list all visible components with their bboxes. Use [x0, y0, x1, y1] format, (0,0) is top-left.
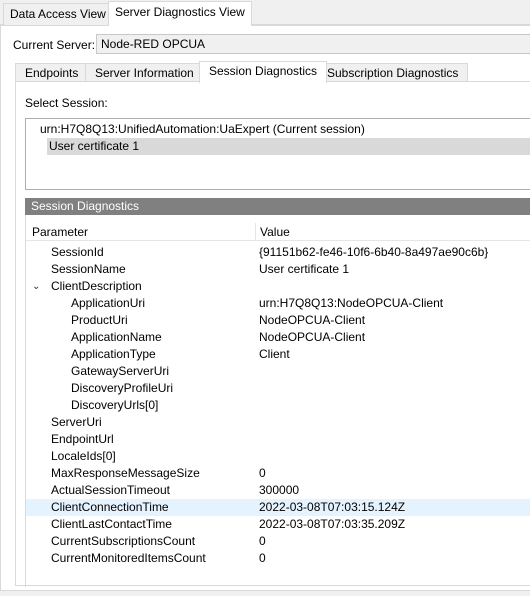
tab-endpoints[interactable]: Endpoints [15, 63, 89, 82]
tree-row[interactable]: CurrentMonitoredItemsCount 0 [26, 550, 530, 567]
parameter-value: User certificate 1 [259, 262, 350, 276]
tree-row[interactable]: ProductUri NodeOPCUA-Client [26, 312, 530, 329]
tab-subscription-diagnostics[interactable]: Subscription Diagnostics [317, 63, 469, 82]
parameter-name: SessionId [51, 245, 104, 259]
parameter-name: LocaleIds[0] [51, 449, 116, 463]
tree-row[interactable]: DiscoveryProfileUri [26, 380, 530, 397]
parameter-name: EndpointUrl [51, 432, 114, 446]
current-server-field[interactable]: Node-RED OPCUA [96, 34, 530, 54]
session-item-selected[interactable]: User certificate 1 [47, 138, 530, 155]
current-server-label: Current Server: [13, 38, 96, 52]
tree-row-highlighted[interactable]: ClientConnectionTime 2022-03-08T07:03:15… [26, 499, 530, 516]
parameter-value: 0 [259, 534, 266, 548]
parameter-name: ClientLastContactTime [51, 517, 172, 531]
parameter-name: ServerUri [51, 415, 102, 429]
column-header-parameter[interactable]: Parameter [32, 223, 256, 241]
tree-row[interactable]: ApplicationUri urn:H7Q8Q13:NodeOPCUA-Cli… [26, 295, 530, 312]
parameter-name: CurrentMonitoredItemsCount [51, 551, 206, 565]
server-diagnostics-panel: Current Server: Node-RED OPCUA Endpoints… [0, 25, 530, 591]
session-item-label: User certificate 1 [49, 139, 140, 153]
status-bar [0, 591, 530, 596]
tree-row-expandable[interactable]: ⌄ ClientDescription [26, 278, 530, 295]
diagnostics-tree: Parameter Value SessionId {91151b62-fe46… [25, 215, 530, 587]
tree-row[interactable]: EndpointUrl [26, 431, 530, 448]
parameter-name: ProductUri [71, 313, 128, 327]
parameter-name: ClientConnectionTime [51, 500, 169, 514]
parameter-name: DiscoveryUrls[0] [71, 398, 159, 412]
tab-server-diagnostics-view[interactable]: Server Diagnostics View [108, 1, 252, 26]
parameter-name: DiscoveryProfileUri [71, 381, 174, 395]
view-tab-bar: Data Access View Server Diagnostics View [0, 0, 530, 26]
tree-row[interactable]: ClientLastContactTime 2022-03-08T07:03:3… [26, 516, 530, 533]
session-diagnostics-panel: Select Session: urn:H7Q8Q13:UnifiedAutom… [15, 81, 530, 587]
tree-row[interactable]: DiscoveryUrls[0] [26, 397, 530, 414]
tree-row[interactable]: ActualSessionTimeout 300000 [26, 482, 530, 499]
tree-row[interactable]: ServerUri [26, 414, 530, 431]
column-header-value[interactable]: Value [260, 223, 290, 241]
parameter-value: 0 [259, 466, 266, 480]
tree-column-header: Parameter Value [26, 223, 530, 241]
tree-row[interactable]: SessionId {91151b62-fe46-10f6-6b40-8a497… [26, 244, 530, 261]
parameter-value: 2022-03-08T07:03:15.124Z [259, 500, 406, 514]
diagnostics-tab-bar: Endpoints Server Information Session Dia… [15, 61, 530, 83]
session-diagnostics-header: Session Diagnostics [25, 198, 530, 215]
tree-row[interactable]: LocaleIds[0] [26, 448, 530, 465]
parameter-name: ApplicationType [71, 347, 156, 361]
parameter-name: GatewayServerUri [71, 364, 170, 378]
tab-server-information[interactable]: Server Information [85, 63, 204, 82]
select-session-label: Select Session: [25, 96, 108, 110]
parameter-name: SessionName [51, 262, 126, 276]
tab-session-diagnostics[interactable]: Session Diagnostics [199, 61, 328, 83]
parameter-name: ActualSessionTimeout [51, 483, 170, 497]
tree-row[interactable]: ApplicationName NodeOPCUA-Client [26, 329, 530, 346]
tree-row[interactable]: MaxResponseMessageSize 0 [26, 465, 530, 482]
parameter-value: 0 [259, 551, 266, 565]
parameter-name: ApplicationUri [71, 296, 146, 310]
parameter-value: NodeOPCUA-Client [259, 313, 366, 327]
parameter-name: MaxResponseMessageSize [51, 466, 200, 480]
tree-row[interactable]: GatewayServerUri [26, 363, 530, 380]
tab-data-access-view[interactable]: Data Access View [3, 3, 113, 25]
parameter-value: NodeOPCUA-Client [259, 330, 366, 344]
parameter-value: {91151b62-fe46-10f6-6b40-8a497ae90c6b} [259, 245, 489, 259]
parameter-value: Client [259, 347, 290, 361]
session-list[interactable]: urn:H7Q8Q13:UnifiedAutomation:UaExpert (… [25, 118, 530, 190]
session-item[interactable]: urn:H7Q8Q13:UnifiedAutomation:UaExpert (… [40, 121, 365, 138]
tree-row[interactable]: CurrentSubscriptionsCount 0 [26, 533, 530, 550]
parameter-name: ClientDescription [51, 279, 142, 293]
parameter-value: urn:H7Q8Q13:NodeOPCUA-Client [259, 296, 444, 310]
parameter-name: ApplicationName [71, 330, 162, 344]
parameter-value: 2022-03-08T07:03:35.209Z [259, 517, 406, 531]
tree-row[interactable]: SessionName User certificate 1 [26, 261, 530, 278]
chevron-down-icon[interactable]: ⌄ [32, 278, 42, 295]
parameter-value: 300000 [259, 483, 300, 497]
parameter-name: CurrentSubscriptionsCount [51, 534, 196, 548]
tree-row[interactable]: ApplicationType Client [26, 346, 530, 363]
